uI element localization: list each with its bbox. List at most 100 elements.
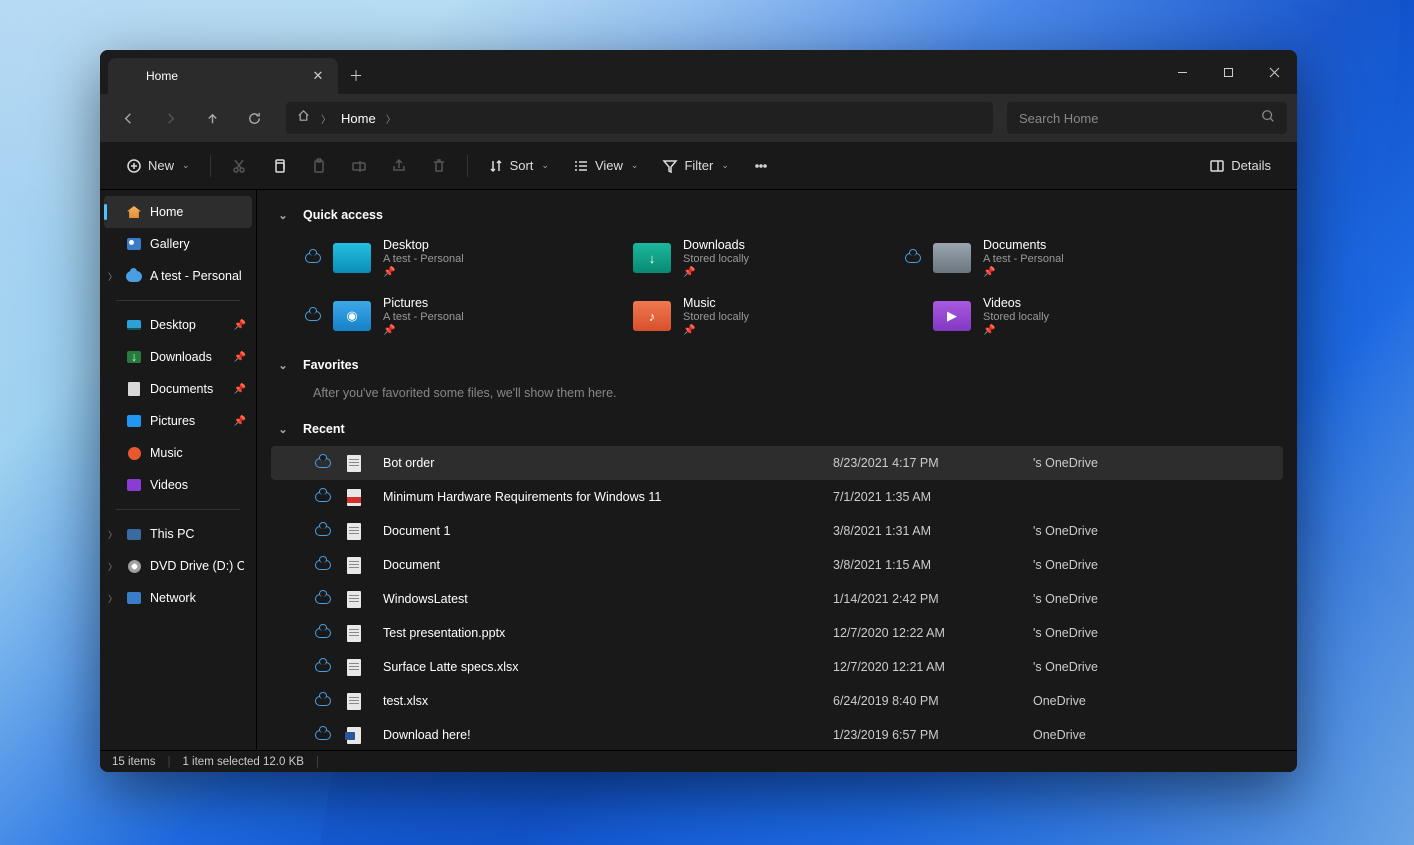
item-name: Desktop [383,238,464,252]
file-date: 1/14/2021 2:42 PM [833,592,1033,606]
pin-icon: 📌 [983,267,1064,278]
section-quick-access: ⌄ Quick access [271,198,1283,232]
music-icon [126,445,142,461]
rename-button[interactable] [341,150,377,182]
section-favorites: ⌄ Favorites [271,348,1283,382]
chevron-right-icon[interactable]: 〉 [386,111,396,126]
recent-file-row[interactable]: Bot order 8/23/2021 4:17 PM 's OneDrive [271,446,1283,480]
item-name: Music [683,296,749,310]
cloud-icon [126,268,142,284]
pin-icon: 📌 [383,325,464,336]
recent-file-row[interactable]: Document 1 3/8/2021 1:31 AM 's OneDrive [271,514,1283,548]
filter-button[interactable]: Filter⌄ [652,150,738,182]
quick-access-item[interactable]: ♪ Music Stored locally 📌 [601,290,881,342]
collapse-icon[interactable]: ⌄ [275,209,291,222]
file-date: 3/8/2021 1:31 AM [833,524,1033,538]
sidebar-item-downloads[interactable]: ↓Downloads📌 [104,341,252,373]
item-location: A test - Personal [383,311,464,323]
home-icon [122,68,138,84]
new-button[interactable]: New⌄ [116,150,200,182]
sidebar-item-dvd[interactable]: 〉DVD Drive (D:) CCC [104,550,252,582]
up-button[interactable] [194,102,230,134]
sidebar-item-thispc[interactable]: 〉This PC [104,518,252,550]
quick-access-item[interactable]: ◉ Pictures A test - Personal 📌 [301,290,581,342]
details-button[interactable]: Details [1199,150,1281,182]
recent-file-row[interactable]: Surface Latte specs.xlsx 12/7/2020 12:21… [271,650,1283,684]
file-icon [345,724,363,746]
tab-home[interactable]: Home ✕ [108,58,338,94]
recent-file-row[interactable]: test.xlsx 6/24/2019 8:40 PM OneDrive [271,684,1283,718]
maximize-button[interactable] [1205,50,1251,94]
status-selected: 1 item selected 12.0 KB [182,756,303,768]
quick-access-item[interactable]: ▶ Videos Stored locally 📌 [901,290,1181,342]
recent-file-row[interactable]: Document 3/8/2021 1:15 AM 's OneDrive [271,548,1283,582]
sidebar-item-network[interactable]: 〉Network [104,582,252,614]
statusbar: 15 items | 1 item selected 12.0 KB | [100,750,1297,772]
recent-file-row[interactable]: Download here! 1/23/2019 6:57 PM OneDriv… [271,718,1283,750]
new-tab-button[interactable]: ＋ [338,58,374,94]
tab-close-button[interactable]: ✕ [308,66,328,86]
close-button[interactable] [1251,50,1297,94]
file-icon [345,656,363,678]
search-input[interactable] [1019,111,1253,126]
file-icon [345,588,363,610]
recent-file-row[interactable]: Test presentation.pptx 12/7/2020 12:22 A… [271,616,1283,650]
forward-button[interactable] [152,102,188,134]
paste-button[interactable] [301,150,337,182]
file-name: test.xlsx [377,694,833,708]
more-button[interactable] [743,150,779,182]
sidebar-item-home[interactable]: Home [104,196,252,228]
quick-access-item[interactable]: Documents A test - Personal 📌 [901,232,1181,284]
sidebar-item-desktop[interactable]: Desktop📌 [104,309,252,341]
recent-file-row[interactable]: WindowsLatest 1/14/2021 2:42 PM 's OneDr… [271,582,1283,616]
sidebar-item-music[interactable]: Music [104,437,252,469]
search-icon[interactable] [1261,109,1275,128]
file-name: Document 1 [377,524,833,538]
file-name: Bot order [377,456,833,470]
dvd-icon [126,558,142,574]
view-button[interactable]: View⌄ [563,150,649,182]
back-button[interactable] [110,102,146,134]
pin-icon: 📌 [683,325,749,336]
folder-icon [333,243,371,273]
recent-file-row[interactable]: Minimum Hardware Requirements for Window… [271,480,1283,514]
file-location: 's OneDrive [1033,456,1283,470]
picture-icon [126,413,142,429]
file-date: 3/8/2021 1:15 AM [833,558,1033,572]
item-name: Pictures [383,296,464,310]
file-icon [345,554,363,576]
sidebar-item-documents[interactable]: Documents📌 [104,373,252,405]
chevron-right-icon[interactable]: 〉 [108,560,117,573]
copy-button[interactable] [261,150,297,182]
file-location: OneDrive [1033,728,1283,742]
minimize-button[interactable] [1159,50,1205,94]
pin-icon: 📌 [234,352,246,363]
delete-button[interactable] [421,150,457,182]
quick-access-item[interactable]: Desktop A test - Personal 📌 [301,232,581,284]
download-icon: ↓ [126,349,142,365]
quick-access-item[interactable]: ↓ Downloads Stored locally 📌 [601,232,881,284]
file-name: Surface Latte specs.xlsx [377,660,833,674]
chevron-down-icon: ⌄ [182,160,190,171]
folder-icon: ♪ [633,301,671,331]
chevron-right-icon[interactable]: 〉 [108,270,117,283]
gallery-icon [126,236,142,252]
cloud-icon [301,730,345,740]
search-box[interactable] [1007,102,1287,134]
cut-button[interactable] [221,150,257,182]
collapse-icon[interactable]: ⌄ [275,423,291,436]
item-location: Stored locally [683,311,749,323]
chevron-right-icon[interactable]: 〉 [108,528,117,541]
sidebar-item-gallery[interactable]: Gallery [104,228,252,260]
breadcrumb-home[interactable]: Home [341,111,376,126]
share-button[interactable] [381,150,417,182]
sort-button[interactable]: Sort⌄ [478,150,559,182]
sidebar-item-personal[interactable]: 〉A test - Personal [104,260,252,292]
refresh-button[interactable] [236,102,272,134]
chevron-right-icon[interactable]: 〉 [108,592,117,605]
collapse-icon[interactable]: ⌄ [275,359,291,372]
address-bar[interactable]: 〉 Home 〉 [286,102,993,134]
document-icon [126,381,142,397]
sidebar-item-pictures[interactable]: Pictures📌 [104,405,252,437]
sidebar-item-videos[interactable]: Videos [104,469,252,501]
